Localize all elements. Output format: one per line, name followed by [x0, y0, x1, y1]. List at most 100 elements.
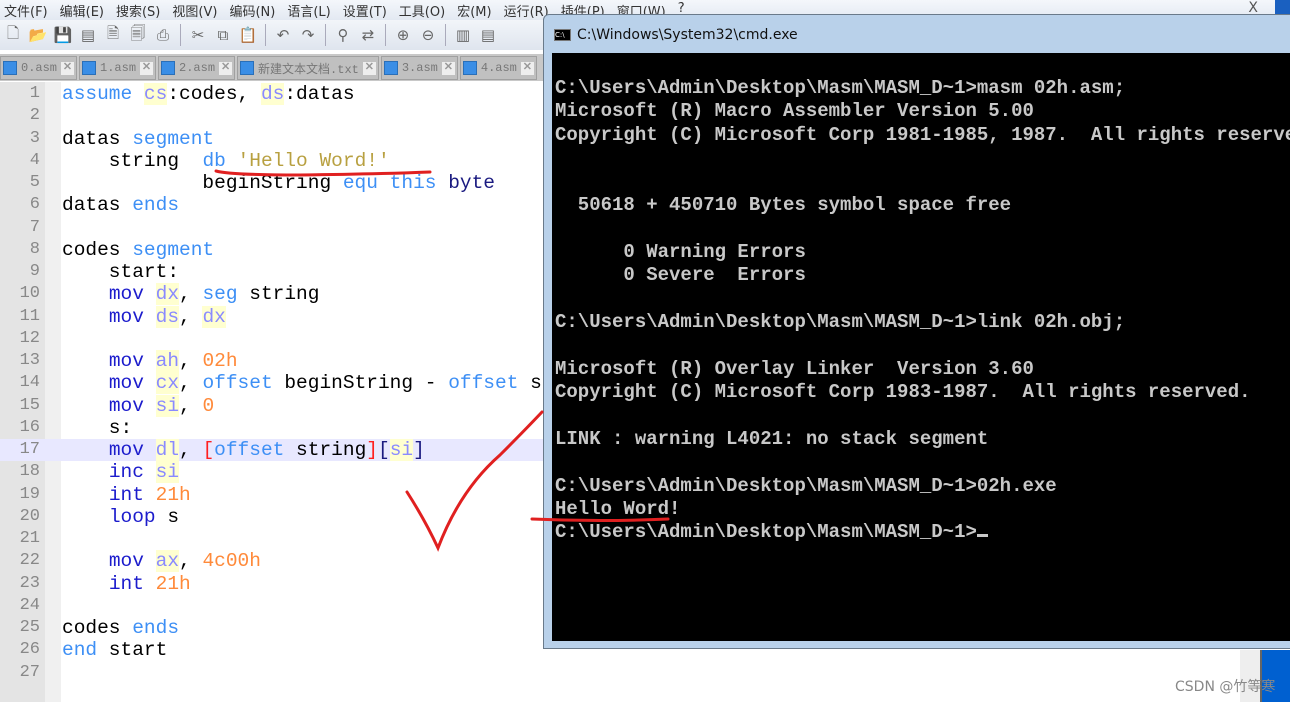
console-line: 0 Warning Errors [555, 241, 1290, 264]
code-line: 8 codes segment [0, 239, 560, 261]
toolbar-separator [445, 24, 446, 46]
code-token: beginString [62, 172, 343, 194]
code-token: si [389, 439, 414, 461]
tab-1.asm[interactable]: 1.asm ✕ [79, 56, 157, 80]
close-tab-icon[interactable]: ✕ [61, 61, 75, 75]
console-line: C:\Users\Admin\Desktop\Masm\MASM_D~1>lin… [555, 311, 1290, 334]
menu-item[interactable]: 语言(L) [283, 0, 338, 20]
save-button[interactable]: 💾 [52, 24, 74, 46]
code-text: s: [62, 417, 132, 439]
close-tab-icon[interactable]: ✕ [362, 61, 376, 75]
code-editor[interactable]: 1 assume cs:codes, ds:datas 2 3 datas segmen… [0, 83, 600, 684]
cmd-titlebar[interactable]: C:\ C:\Windows\System32\cmd.exe [554, 27, 798, 43]
close-tab-icon[interactable]: ✕ [219, 61, 233, 75]
save-all-button[interactable]: ▤ [77, 24, 99, 46]
line-number: 22 [19, 551, 40, 571]
print-button[interactable]: ⎙ [152, 24, 174, 46]
redo-button[interactable]: ↷ [297, 24, 319, 46]
tab-新建文本文档.txt[interactable]: 新建文本文档.txt ✕ [237, 56, 379, 80]
close-tab-icon[interactable]: ✕ [520, 61, 534, 75]
tab-4.asm[interactable]: 4.asm ✕ [459, 56, 537, 80]
code-token: ] [413, 439, 425, 461]
menu-item[interactable]: 编辑(E) [56, 0, 112, 20]
zoom-out-button[interactable]: ⊖ [417, 24, 439, 46]
close-button[interactable]: 🗎 [102, 24, 124, 46]
close-tab-icon[interactable]: ✕ [441, 61, 455, 75]
line-number: 17 [19, 440, 40, 459]
code-line: 13 mov ah, 02h [0, 350, 560, 372]
menu-item[interactable]: 编码(N) [225, 0, 283, 20]
open-button[interactable]: 📂 [27, 24, 49, 46]
line-number: 2 [29, 106, 40, 126]
undo-button[interactable]: ↶ [272, 24, 294, 46]
console-line: Copyright (C) Microsoft Corp 1983-1987. … [555, 381, 1290, 404]
code-line: 25 codes ends [0, 617, 560, 639]
tab-3.asm[interactable]: 3.asm ✕ [380, 56, 458, 80]
code-token: cs [143, 83, 168, 105]
sync-v-button[interactable]: ▥ [452, 24, 474, 46]
code-token: , [179, 283, 203, 306]
find-icon: ⚲ [337, 26, 349, 44]
code-line: 18 inc si [0, 461, 560, 484]
code-token: codes [62, 238, 133, 261]
cmd-title-text: C:\Windows\System32\cmd.exe [577, 27, 798, 43]
tab-0.asm[interactable]: 0.asm ✕ [0, 56, 78, 80]
console-output[interactable]: C:\Users\Admin\Desktop\Masm\MASM_D~1>mas… [552, 53, 1290, 641]
sync-v-icon: ▥ [455, 26, 471, 44]
console-text: Microsoft (R) Macro Assembler Version 5.… [555, 100, 1034, 123]
code-token: segment [132, 127, 215, 150]
line-number: 5 [29, 173, 40, 192]
console-line: C:\Users\Admin\Desktop\Masm\MASM_D~1>mas… [555, 77, 1290, 100]
cut-button[interactable]: ✂ [187, 24, 209, 46]
new-file-button[interactable]: 🗋 [2, 24, 24, 46]
line-number: 7 [29, 217, 40, 237]
code-token: 21h [155, 483, 191, 506]
menu-item[interactable]: 搜索(S) [112, 0, 168, 20]
code-token: ax [155, 550, 180, 573]
code-text: beginString equ this byte [62, 172, 495, 194]
console-line: 50618 + 450710 Bytes symbol space free [555, 194, 1290, 217]
zoom-in-button[interactable]: ⊕ [392, 24, 414, 46]
code-token: s: [62, 416, 133, 439]
copy-icon: ⧉ [217, 26, 229, 44]
close-all-button[interactable]: 🗐 [127, 24, 149, 46]
menu-item[interactable]: 文件(F) [0, 0, 56, 20]
code-line: 23 int 21h [0, 573, 560, 595]
sync-h-button[interactable]: ▤ [477, 24, 499, 46]
code-text: inc si [62, 461, 180, 484]
line-number: 20 [19, 506, 40, 526]
paste-button[interactable]: 📋 [237, 24, 259, 46]
code-token: :codes, [167, 83, 261, 105]
copy-button[interactable]: ⧉ [212, 24, 234, 46]
close-tab-icon[interactable]: ✕ [140, 61, 154, 75]
line-number: 3 [29, 128, 40, 148]
code-text: datas segment [62, 128, 214, 150]
code-line: 24 [0, 595, 560, 617]
line-number: 14 [19, 373, 40, 393]
menu-item[interactable]: 设置(T) [339, 0, 395, 20]
code-token: ds [155, 305, 180, 328]
code-token: mov [108, 394, 144, 417]
replace-button[interactable]: ⇄ [357, 24, 379, 46]
menu-item[interactable]: 视图(V) [168, 0, 225, 20]
code-token: si [155, 394, 180, 417]
menu-item[interactable]: 宏(M) [453, 0, 499, 20]
close-all-icon: 🗐 [130, 23, 146, 42]
code-token: db [202, 149, 226, 172]
console-line: Microsoft (R) Macro Assembler Version 5.… [555, 100, 1290, 123]
tab-2.asm[interactable]: 2.asm ✕ [158, 56, 236, 80]
menu-item[interactable]: 工具(O) [395, 0, 453, 20]
toolbar-separator [385, 24, 386, 46]
find-button[interactable]: ⚲ [332, 24, 354, 46]
code-token: ah [155, 350, 180, 372]
